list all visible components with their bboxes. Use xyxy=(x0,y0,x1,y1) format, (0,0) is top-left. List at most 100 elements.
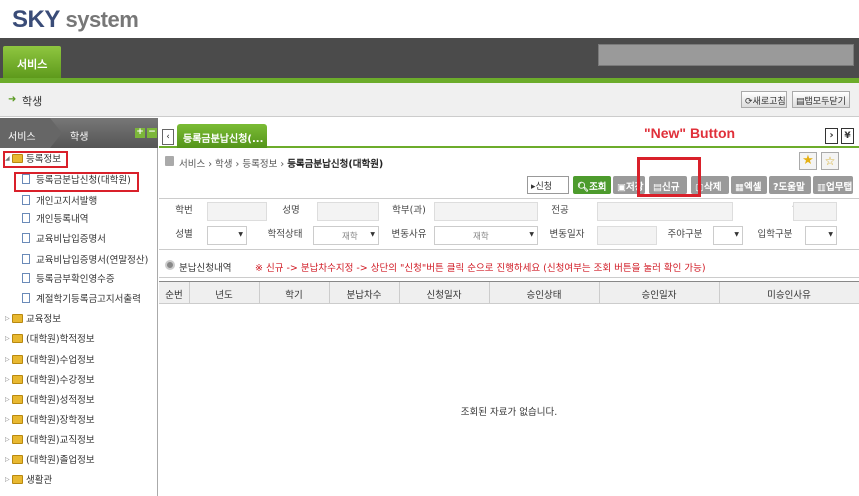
sidebar-tree-item[interactable]: 교육비납입증명서 xyxy=(22,230,106,246)
sidebar-tree-label: 등록금부확인영수증 xyxy=(36,274,115,285)
sidebar-tree-item[interactable]: 등록금부확인영수증 xyxy=(22,270,115,286)
collapsed-icon[interactable]: ▷ xyxy=(5,436,11,443)
sidebar-tree-label: 개인등록내역 xyxy=(36,214,89,225)
grid-column-divider xyxy=(599,282,600,304)
major-field[interactable] xyxy=(597,202,733,221)
sidebar-tree-label: (대학원)수강정보 xyxy=(26,375,95,386)
collapsed-icon[interactable]: ▷ xyxy=(5,315,11,322)
collapsed-icon[interactable]: ▷ xyxy=(5,396,11,403)
change-reason-select[interactable]: 재학 xyxy=(434,226,538,245)
nav-search-box[interactable] xyxy=(598,44,854,66)
collapsed-icon[interactable]: ▷ xyxy=(5,356,11,363)
grid-column-divider xyxy=(329,282,330,304)
sidebar-tree-item[interactable]: ▷ (대학원)졸업정보 xyxy=(5,451,95,467)
highlight-box-installment xyxy=(14,172,139,192)
grid-column-header[interactable]: 미승인사유 xyxy=(719,287,859,301)
grid-column-header[interactable]: 승인상태 xyxy=(489,287,599,301)
label-entry-type: 입학구분 xyxy=(757,229,793,240)
sidebar-head-student[interactable]: 학생 xyxy=(70,128,88,143)
label-name: 성명 xyxy=(282,205,300,216)
document-icon xyxy=(22,233,30,243)
entry-type-select[interactable] xyxy=(805,226,837,245)
sidebar-tree-item[interactable]: ▷ (대학원)수강정보 xyxy=(5,371,95,387)
page-title: 등록금분납신청(대학원) xyxy=(287,159,384,170)
grid-column-divider xyxy=(399,282,400,304)
excel-button[interactable]: ▦엑셀 xyxy=(731,176,767,194)
info-row: 분납신청내역 ※ 신규 -> 분납차수지정 -> 상단의 "신청"버튼 클릭 순… xyxy=(159,252,859,278)
collapsed-icon[interactable]: ▷ xyxy=(5,376,11,383)
collapse-all-icon[interactable]: − xyxy=(147,128,157,138)
close-all-tabs-button[interactable]: ▤탭모두닫기 xyxy=(792,91,850,108)
save-icon: ▣ xyxy=(617,182,626,193)
collapsed-icon[interactable]: ▷ xyxy=(5,416,11,423)
sidebar-tree-item[interactable]: 계절학기등록금고지서출력 xyxy=(22,290,141,306)
favorite-star-icon[interactable]: ★ xyxy=(799,152,817,170)
top-nav: 서비스 xyxy=(0,38,859,78)
tab-installment-application[interactable]: 등록금분납신청(... xyxy=(177,124,267,148)
nav-tab-service[interactable]: 서비스 xyxy=(3,46,61,78)
student-no-field[interactable] xyxy=(207,202,267,221)
arrow-icon: ➜ xyxy=(8,94,17,105)
document-icon xyxy=(22,254,30,264)
collapsed-icon[interactable]: ▷ xyxy=(5,476,11,483)
year-class-field[interactable] xyxy=(793,202,837,221)
tab-scroll-right-icon[interactable]: › xyxy=(825,128,838,144)
manual-button[interactable]: ▥업무탭 xyxy=(813,176,853,194)
grid-column-divider xyxy=(489,282,490,304)
day-night-select[interactable] xyxy=(713,226,743,245)
folder-icon xyxy=(12,414,23,424)
folder-icon xyxy=(12,354,23,364)
sidebar-tree-item[interactable]: ▷ (대학원)학적정보 xyxy=(5,330,95,346)
search-icon: 🔍︎ xyxy=(577,182,590,193)
sidebar-tree-label: 생활관 xyxy=(26,475,53,486)
collapsed-icon[interactable]: ▷ xyxy=(5,335,11,342)
sidebar-tree-item[interactable]: ▷ (대학원)성적정보 xyxy=(5,391,95,407)
grid-column-header[interactable]: 신청일자 xyxy=(399,287,489,301)
expand-all-icon[interactable]: + xyxy=(135,128,145,138)
manual-icon: ▥ xyxy=(817,182,826,193)
grid-column-header[interactable]: 순번 xyxy=(159,287,189,301)
status-select[interactable]: 재학 xyxy=(313,226,379,245)
folder-icon xyxy=(12,474,23,484)
refresh-button[interactable]: ⟳새로고침 xyxy=(741,91,787,108)
grid-column-header[interactable]: 년도 xyxy=(189,287,259,301)
folder-icon xyxy=(12,333,23,343)
refresh-icon: ⟳ xyxy=(745,97,753,107)
gender-select[interactable] xyxy=(207,226,247,245)
search-button[interactable]: 🔍︎조회 xyxy=(573,176,611,194)
chevron-right-icon xyxy=(50,118,62,148)
sidebar-tree-item[interactable]: ▷ (대학원)교직정보 xyxy=(5,431,95,447)
grid-column-header[interactable]: 분납차수 xyxy=(329,287,399,301)
label-student-no: 학번 xyxy=(175,205,193,216)
sidebar-tree-label: 개인고지서발행 xyxy=(36,196,98,207)
app-logo: SKY system xyxy=(12,6,139,33)
folder-icon xyxy=(12,394,23,404)
breadcrumb: 서비스 › 학생 › 등록정보 › 등록금분납신청(대학원) ★ ☆ xyxy=(159,150,859,174)
highlight-box-new-button xyxy=(637,157,701,197)
sidebar-tree-item[interactable]: ▷ 생활관 xyxy=(5,471,52,487)
dept-field[interactable] xyxy=(434,202,538,221)
sidebar-head-service[interactable]: 서비스 xyxy=(0,118,50,148)
sidebar-tree-label: (대학원)성적정보 xyxy=(26,395,95,406)
sidebar-tree-item[interactable]: ▷ (대학원)장학정보 xyxy=(5,411,95,427)
favorite-add-icon[interactable]: ☆ xyxy=(821,152,839,170)
grid-column-header[interactable]: 학기 xyxy=(259,287,329,301)
document-icon xyxy=(22,195,30,205)
sub-bar: ➜ 학생 ⟳새로고침 ▤탭모두닫기 xyxy=(0,83,859,117)
tab-scroll-left-icon[interactable]: ‹ xyxy=(162,129,174,145)
change-date-field[interactable] xyxy=(597,226,657,245)
document-icon xyxy=(22,273,30,283)
collapsed-icon[interactable]: ▷ xyxy=(5,456,11,463)
tab-menu-icon[interactable]: ¥ xyxy=(841,128,854,144)
help-button[interactable]: ?도움말 xyxy=(769,176,811,194)
sidebar-tree-item[interactable]: ▷ (대학원)수업정보 xyxy=(5,351,95,367)
section-dot-icon xyxy=(165,260,175,270)
name-field[interactable] xyxy=(317,202,379,221)
sidebar-tree-item[interactable]: 개인고지서발행 xyxy=(22,192,97,208)
label-change-date: 변동일자 xyxy=(549,229,585,240)
apply-button[interactable]: ▸신청 xyxy=(527,176,569,194)
grid-column-header[interactable]: 승인일자 xyxy=(599,287,719,301)
sidebar-tree-item[interactable]: 교육비납입증명서(연말정산) xyxy=(22,251,148,267)
sidebar-tree-item[interactable]: 개인등록내역 xyxy=(22,210,88,226)
sidebar-tree-item[interactable]: ▷ 교육정보 xyxy=(5,310,61,326)
